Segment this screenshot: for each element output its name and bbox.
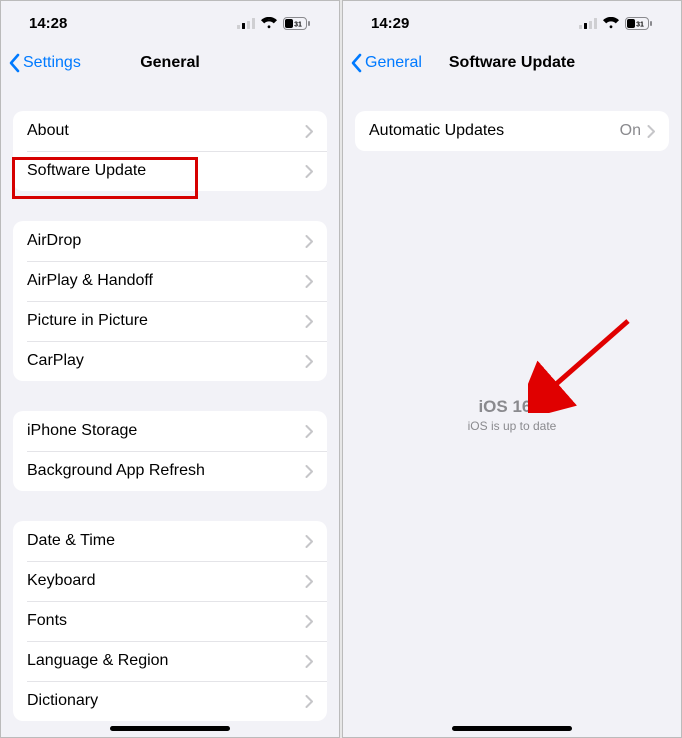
chevron-right-icon	[305, 655, 313, 668]
chevron-right-icon	[305, 425, 313, 438]
cellular-icon	[237, 18, 255, 29]
row-date-time[interactable]: Date & Time	[13, 521, 327, 561]
row-label: About	[27, 122, 305, 140]
row-label: Keyboard	[27, 572, 305, 590]
chevron-right-icon	[305, 355, 313, 368]
battery-icon: 31	[625, 17, 653, 30]
row-dictionary[interactable]: Dictionary	[13, 681, 327, 721]
chevron-right-icon	[305, 235, 313, 248]
row-label: Dictionary	[27, 692, 305, 710]
row-airplay-handoff[interactable]: AirPlay & Handoff	[13, 261, 327, 301]
chevron-right-icon	[305, 465, 313, 478]
row-software-update[interactable]: Software Update	[13, 151, 327, 191]
screen-software-update: 14:29 31 General Software Update Automat…	[342, 0, 682, 738]
settings-group: AirDrop AirPlay & Handoff Picture in Pictu…	[13, 221, 327, 381]
content: About Software Update AirDrop AirPlay & Ha…	[1, 81, 339, 737]
chevron-left-icon	[349, 53, 363, 73]
back-button[interactable]: General	[349, 53, 422, 73]
row-label: Language & Region	[27, 652, 305, 670]
settings-group: Date & Time Keyboard Fonts Language & Regio…	[13, 521, 327, 721]
status-bar: 14:29 31	[343, 1, 681, 45]
row-language-region[interactable]: Language & Region	[13, 641, 327, 681]
status-right: 31	[579, 17, 653, 30]
chevron-right-icon	[305, 165, 313, 178]
settings-group: Automatic Updates On	[355, 111, 669, 151]
chevron-right-icon	[305, 575, 313, 588]
nav-header: Settings General	[1, 45, 339, 81]
chevron-right-icon	[305, 275, 313, 288]
row-airdrop[interactable]: AirDrop	[13, 221, 327, 261]
update-message: iOS is up to date	[343, 419, 681, 433]
chevron-right-icon	[305, 695, 313, 708]
chevron-right-icon	[305, 615, 313, 628]
row-label: Fonts	[27, 612, 305, 630]
chevron-right-icon	[305, 535, 313, 548]
row-carplay[interactable]: CarPlay	[13, 341, 327, 381]
settings-group: iPhone Storage Background App Refresh	[13, 411, 327, 491]
row-label: Background App Refresh	[27, 462, 305, 480]
chevron-right-icon	[647, 125, 655, 138]
chevron-right-icon	[305, 125, 313, 138]
row-keyboard[interactable]: Keyboard	[13, 561, 327, 601]
screen-general: 14:28 31 Settings General About Software …	[0, 0, 340, 738]
update-status: iOS 16.3 iOS is up to date	[343, 397, 681, 433]
status-time: 14:28	[29, 15, 67, 32]
row-about[interactable]: About	[13, 111, 327, 151]
row-label: iPhone Storage	[27, 422, 305, 440]
status-bar: 14:28 31	[1, 1, 339, 45]
back-label: Settings	[23, 54, 81, 72]
wifi-icon	[603, 17, 619, 29]
back-label: General	[365, 54, 422, 72]
home-indicator[interactable]	[452, 726, 572, 731]
row-picture-in-picture[interactable]: Picture in Picture	[13, 301, 327, 341]
row-label: Picture in Picture	[27, 312, 305, 330]
svg-text:31: 31	[294, 21, 302, 28]
row-fonts[interactable]: Fonts	[13, 601, 327, 641]
chevron-left-icon	[7, 53, 21, 73]
row-label: AirPlay & Handoff	[27, 272, 305, 290]
nav-header: General Software Update	[343, 45, 681, 81]
battery-icon: 31	[283, 17, 311, 30]
back-button[interactable]: Settings	[7, 53, 81, 73]
chevron-right-icon	[305, 315, 313, 328]
row-label: AirDrop	[27, 232, 305, 250]
row-iphone-storage[interactable]: iPhone Storage	[13, 411, 327, 451]
row-label: CarPlay	[27, 352, 305, 370]
settings-group: About Software Update	[13, 111, 327, 191]
row-label: Software Update	[27, 162, 305, 180]
row-automatic-updates[interactable]: Automatic Updates On	[355, 111, 669, 151]
status-right: 31	[237, 17, 311, 30]
row-value: On	[620, 122, 641, 140]
status-time: 14:29	[371, 15, 409, 32]
home-indicator[interactable]	[110, 726, 230, 731]
row-label: Date & Time	[27, 532, 305, 550]
svg-text:31: 31	[636, 21, 644, 28]
row-background-app-refresh[interactable]: Background App Refresh	[13, 451, 327, 491]
cellular-icon	[579, 18, 597, 29]
os-version: iOS 16.3	[343, 397, 681, 417]
row-label: Automatic Updates	[369, 122, 620, 140]
wifi-icon	[261, 17, 277, 29]
